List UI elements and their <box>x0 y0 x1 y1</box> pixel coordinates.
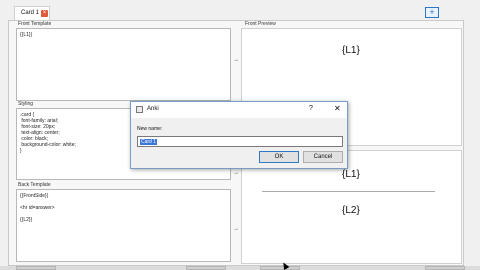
bottom-button[interactable] <box>186 266 226 270</box>
help-icon[interactable]: ? <box>309 105 313 112</box>
new-name-value: Card 1 <box>140 139 158 145</box>
tab-label: Card 1 <box>21 10 40 16</box>
back-preview-top-text: {L1} <box>342 169 360 180</box>
front-preview-text: {L1} <box>342 45 360 56</box>
button-row <box>0 266 480 270</box>
styling-label: Styling <box>18 101 34 107</box>
dialog-title: Anki <box>147 106 159 112</box>
front-template-editor[interactable]: {{L1}} <box>16 28 231 101</box>
dialog-title-bar: Anki ? ✕ <box>131 102 347 118</box>
tab-bar: Card 1 × + <box>0 0 480 20</box>
front-template-label: Front Template <box>18 21 52 27</box>
arrow-icon: → <box>233 57 239 63</box>
tab-card-1[interactable]: Card 1 × <box>14 6 50 20</box>
ok-button[interactable]: OK <box>259 151 299 163</box>
new-name-input[interactable]: Card 1 <box>137 136 343 147</box>
back-template-editor[interactable]: {{FrontSide}} <hr id=answer> {{L2}} <box>16 189 231 262</box>
bottom-button[interactable] <box>260 266 300 270</box>
anki-app-icon <box>136 106 143 113</box>
arrow-icon: → <box>233 170 239 176</box>
styling-code: .card { font-family: arial; font-size: 2… <box>20 112 76 154</box>
back-preview-bottom-text: {L2} <box>342 205 360 216</box>
bottom-button[interactable] <box>425 266 465 270</box>
bottom-button[interactable] <box>16 266 56 270</box>
arrow-icon: → <box>233 226 239 232</box>
answer-divider <box>262 191 435 192</box>
front-preview-label: Front Preview <box>245 21 276 27</box>
close-icon[interactable]: × <box>41 10 48 17</box>
new-name-label: New name: <box>137 126 163 132</box>
close-icon[interactable]: ✕ <box>334 104 341 113</box>
rename-dialog: Anki ? ✕ New name: Card 1 OK Cancel <box>130 101 348 169</box>
add-card-button[interactable]: + <box>425 7 439 18</box>
back-template-code: {{FrontSide}} <hr id=answer> {{L2}} <box>20 193 55 223</box>
front-template-code: {{L1}} <box>20 32 33 38</box>
cancel-button[interactable]: Cancel <box>303 151 343 163</box>
back-template-label: Back Template <box>18 182 51 188</box>
